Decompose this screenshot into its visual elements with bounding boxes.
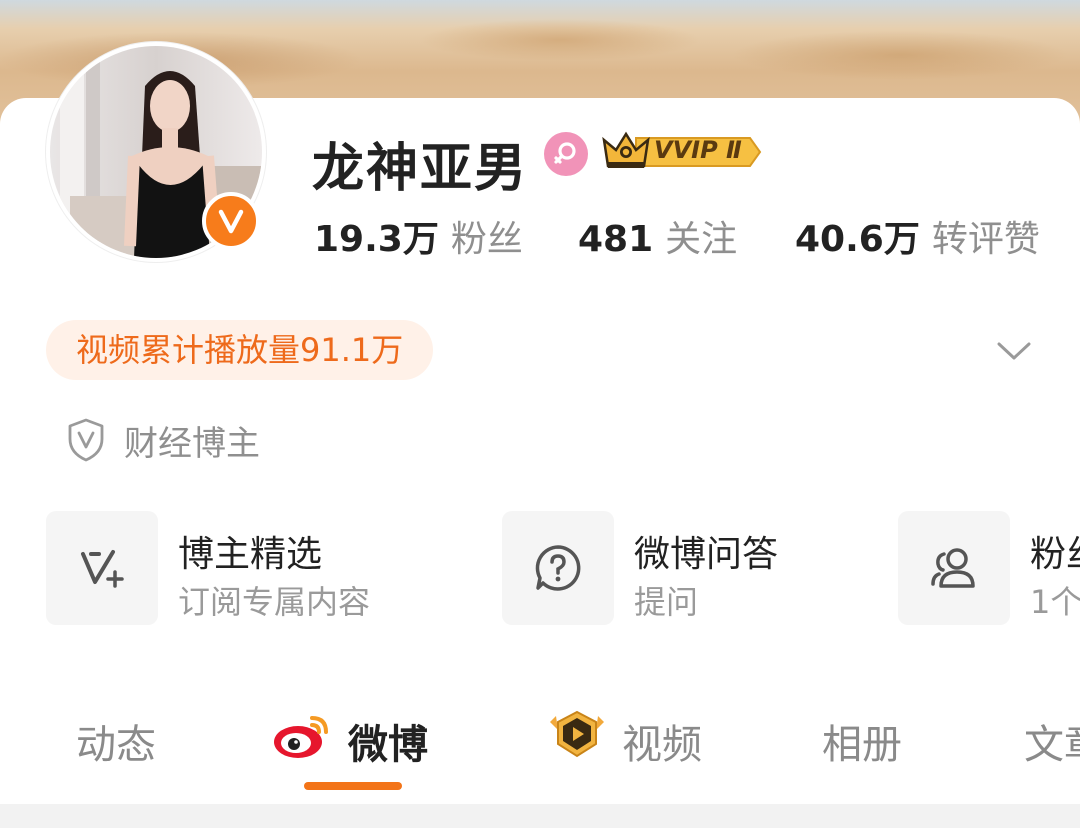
weibo-logo-icon xyxy=(274,716,328,758)
tag-label: 财经博主 xyxy=(124,423,260,464)
content-divider xyxy=(0,804,1080,828)
profile-name: 龙神亚男 xyxy=(312,139,529,199)
tab-weibo[interactable]: 微博 xyxy=(348,712,428,770)
v-plus-icon xyxy=(46,511,158,625)
verified-badge-icon xyxy=(202,192,260,250)
vvip-badge[interactable]: VVIP Ⅱ xyxy=(600,128,762,174)
tab-feed[interactable]: 动态 xyxy=(76,712,156,770)
profile-tabs: 动态 微博 视频 相册 文章 xyxy=(0,690,1080,800)
interactions-count: 40.6万 xyxy=(795,219,920,260)
following-label: 关注 xyxy=(665,219,738,260)
shield-icon xyxy=(68,418,104,462)
feature-fans[interactable]: 粉丝 1个 xyxy=(898,511,1080,625)
female-gender-icon xyxy=(544,132,588,176)
feature-subtitle: 1个 xyxy=(1030,583,1080,621)
fans-stat[interactable]: 19.3万 粉丝 xyxy=(314,210,523,262)
tab-articles[interactable]: 文章 xyxy=(1024,712,1080,770)
video-badge-icon xyxy=(550,710,604,758)
video-play-count-pill[interactable]: 视频累计播放量91.1万 xyxy=(46,320,434,380)
tab-video[interactable]: 视频 xyxy=(622,712,702,770)
feature-weibo-qa[interactable]: 微博问答 提问 xyxy=(502,511,862,625)
feature-subtitle: 提问 xyxy=(634,583,699,621)
feature-title: 博主精选 xyxy=(178,534,323,575)
tab-album[interactable]: 相册 xyxy=(822,712,902,770)
active-tab-indicator xyxy=(304,782,402,790)
vip-label: VVIP Ⅱ xyxy=(654,136,742,164)
fans-label: 粉丝 xyxy=(450,219,523,260)
interactions-stat[interactable]: 40.6万 转评赞 xyxy=(795,210,1040,262)
fans-icon xyxy=(898,511,1010,625)
question-icon xyxy=(502,511,614,625)
interactions-label: 转评赞 xyxy=(931,219,1040,260)
feature-title: 粉丝 xyxy=(1030,534,1080,575)
feature-blogger-picks[interactable]: 博主精选 订阅专属内容 xyxy=(46,511,466,625)
feature-subtitle: 订阅专属内容 xyxy=(178,583,371,621)
following-count: 481 xyxy=(578,219,654,260)
fans-count: 19.3万 xyxy=(314,219,439,260)
chevron-down-icon[interactable] xyxy=(996,336,1032,366)
feature-title: 微博问答 xyxy=(634,534,779,575)
blogger-tag[interactable]: 财经博主 xyxy=(66,414,260,466)
following-stat[interactable]: 481 关注 xyxy=(578,210,737,262)
